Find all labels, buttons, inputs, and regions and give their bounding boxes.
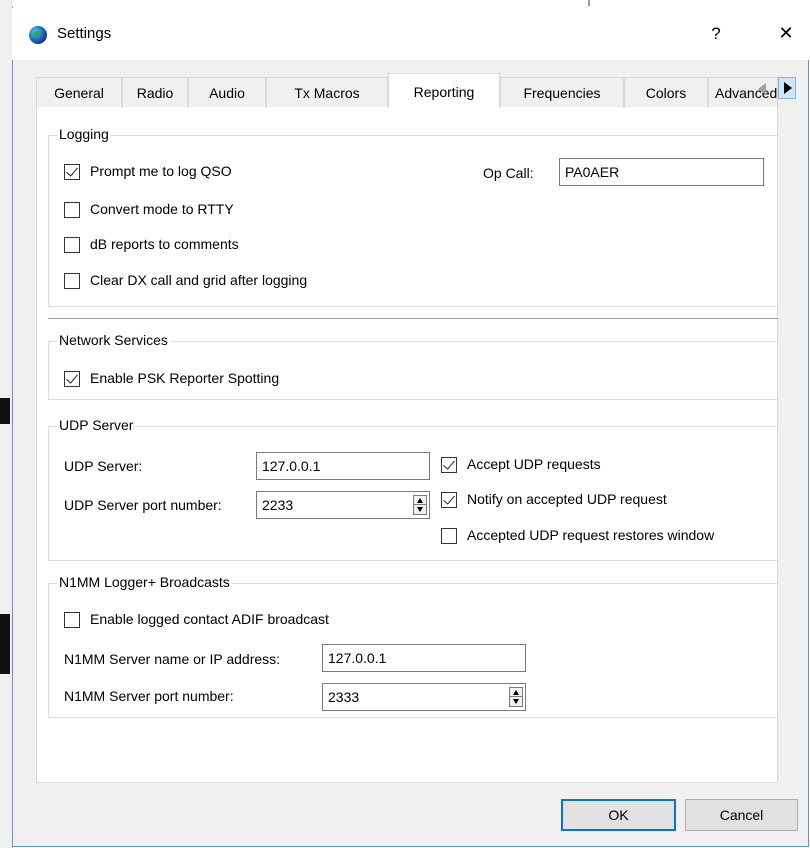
help-button[interactable]: ? bbox=[704, 22, 728, 46]
clear-dx-checkbox[interactable] bbox=[64, 273, 80, 289]
n1mm-server-label: N1MM Server name or IP address: bbox=[64, 651, 281, 667]
udp-restore-label: Accepted UDP request restores window bbox=[467, 527, 715, 543]
clear-dx-label: Clear DX call and grid after logging bbox=[90, 272, 308, 288]
op-call-input[interactable]: PA0AER bbox=[559, 158, 764, 186]
scroll-left-icon[interactable] bbox=[758, 83, 766, 95]
udp-server-title: UDP Server bbox=[57, 417, 136, 433]
accept-udp-checkbox[interactable] bbox=[441, 457, 457, 473]
n1mm-port-spinbox[interactable]: 2333 bbox=[322, 683, 526, 711]
psk-reporter-label: Enable PSK Reporter Spotting bbox=[90, 370, 280, 386]
tab-colors[interactable]: Colors bbox=[624, 77, 708, 107]
psk-reporter-checkbox[interactable] bbox=[64, 371, 80, 387]
udp-restore-checkbox[interactable] bbox=[441, 528, 457, 544]
logging-group-title: Logging bbox=[57, 126, 111, 142]
convert-rtty-label: Convert mode to RTTY bbox=[90, 201, 234, 217]
n1mm-title: N1MM Logger+ Broadcasts bbox=[57, 574, 232, 590]
tab-reporting[interactable]: Reporting bbox=[388, 73, 500, 108]
accept-udp-label: Accept UDP requests bbox=[467, 456, 601, 472]
spin-arrows-icon[interactable] bbox=[509, 687, 523, 707]
cancel-button[interactable]: Cancel bbox=[685, 799, 798, 831]
tab-frequencies[interactable]: Frequencies bbox=[500, 77, 624, 107]
n1mm-server-input[interactable]: 127.0.0.1 bbox=[322, 644, 526, 672]
network-services-title: Network Services bbox=[57, 332, 170, 348]
background-window-fragment bbox=[0, 398, 10, 424]
tab-general[interactable]: General bbox=[36, 77, 122, 107]
udp-port-value: 2233 bbox=[262, 497, 294, 513]
udp-server-input[interactable]: 127.0.0.1 bbox=[256, 452, 430, 480]
close-button[interactable]: ✕ bbox=[774, 21, 798, 45]
notify-udp-checkbox[interactable] bbox=[441, 492, 457, 508]
section-divider bbox=[48, 318, 778, 319]
udp-port-label: UDP Server port number: bbox=[64, 497, 222, 513]
db-reports-checkbox[interactable] bbox=[64, 237, 80, 253]
op-call-label: Op Call: bbox=[483, 165, 534, 181]
udp-port-spinbox[interactable]: 2233 bbox=[256, 491, 430, 519]
prompt-log-checkbox[interactable] bbox=[64, 164, 80, 180]
ok-button[interactable]: OK bbox=[561, 799, 676, 831]
tab-audio[interactable]: Audio bbox=[188, 77, 266, 107]
background-window-fragment bbox=[0, 614, 10, 674]
tab-scroll-controls bbox=[758, 77, 796, 99]
background-window-top bbox=[12, 0, 810, 6]
prompt-log-label: Prompt me to log QSO bbox=[90, 163, 232, 179]
tab-radio[interactable]: Radio bbox=[122, 77, 188, 107]
notify-udp-label: Notify on accepted UDP request bbox=[467, 491, 667, 507]
title-bar bbox=[12, 8, 809, 60]
n1mm-enable-label: Enable logged contact ADIF broadcast bbox=[90, 611, 329, 627]
n1mm-port-label: N1MM Server port number: bbox=[64, 688, 234, 704]
scroll-right-icon[interactable] bbox=[778, 77, 796, 99]
window-title: Settings bbox=[57, 25, 112, 42]
db-reports-label: dB reports to comments bbox=[90, 236, 239, 252]
convert-rtty-checkbox[interactable] bbox=[64, 202, 80, 218]
n1mm-port-value: 2333 bbox=[328, 689, 360, 705]
spin-arrows-icon[interactable] bbox=[413, 495, 427, 515]
n1mm-enable-checkbox[interactable] bbox=[64, 612, 80, 628]
tab-tx-macros[interactable]: Tx Macros bbox=[266, 77, 388, 107]
udp-server-label: UDP Server: bbox=[64, 458, 143, 474]
app-globe-icon bbox=[29, 26, 47, 44]
